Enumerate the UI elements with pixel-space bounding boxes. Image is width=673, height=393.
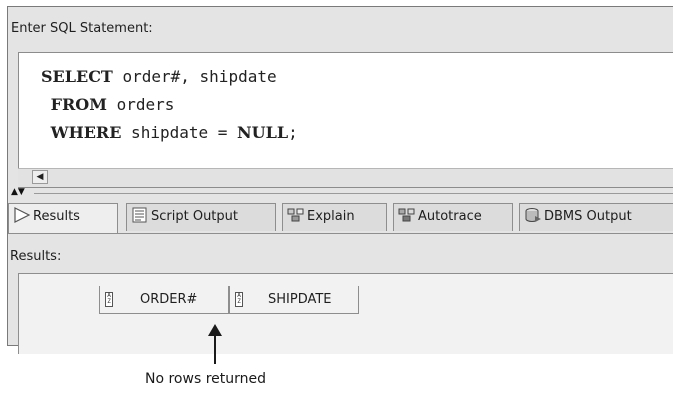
sql-statement-label: Enter SQL Statement: [11, 21, 153, 36]
keyword-select: SELECT [41, 67, 113, 86]
sql-line-1: SELECT order#, shipdate [41, 63, 298, 91]
column-header-shipdate[interactable]: AZ SHIPDATE [229, 286, 359, 314]
tab-autotrace[interactable]: Autotrace [393, 203, 513, 231]
sort-az-icon[interactable]: AZ [105, 292, 113, 307]
scroll-left-arrow-icon[interactable]: ◀ [32, 170, 48, 184]
annotation-arrow-shaft [214, 332, 216, 364]
autotrace-icon [398, 208, 415, 222]
play-triangle-icon [14, 207, 31, 223]
dbms-output-icon [525, 208, 541, 222]
keyword-from: FROM [50, 95, 107, 114]
tab-dbms-output[interactable]: DBMS Output [519, 203, 673, 231]
tab-divider [8, 233, 673, 234]
sql-line-3: WHERE shipdate = NULL; [41, 119, 298, 147]
tab-results-label: Results [33, 209, 80, 224]
splitter-arrows[interactable]: ▲▼ [11, 188, 25, 197]
sql-line-3-end: ; [288, 123, 298, 142]
tab-explain[interactable]: Explain [282, 203, 387, 231]
keyword-null: NULL [237, 123, 289, 142]
script-document-icon [132, 207, 147, 223]
annotation-caption: No rows returned [145, 371, 267, 387]
sql-line-2: FROM orders [41, 91, 298, 119]
sql-worksheet-panel: Enter SQL Statement: SELECT order#, ship… [7, 6, 673, 354]
sql-line-3-rest: shipdate = [121, 123, 238, 142]
column-header-order-label: ORDER# [140, 292, 198, 307]
tab-autotrace-label: Autotrace [418, 209, 482, 224]
tab-script-output-label: Script Output [151, 209, 238, 224]
tab-dbms-output-label: DBMS Output [544, 209, 632, 224]
splitter-up-icon[interactable]: ▲▼ [11, 188, 25, 197]
sql-line-1-rest: order#, shipdate [112, 67, 277, 86]
tab-script-output[interactable]: Script Output [126, 203, 276, 231]
column-header-shipdate-label: SHIPDATE [268, 292, 332, 307]
sql-code[interactable]: SELECT order#, shipdate FROM orders WHER… [41, 63, 298, 147]
results-label: Results: [10, 249, 62, 264]
sql-line-2-rest: orders [106, 95, 175, 114]
sql-editor[interactable]: SELECT order#, shipdate FROM orders WHER… [18, 52, 673, 174]
keyword-where: WHERE [50, 123, 122, 142]
tab-results[interactable]: Results [8, 203, 118, 233]
results-grid[interactable]: AZ ORDER# AZ SHIPDATE [18, 273, 673, 354]
column-header-order[interactable]: AZ ORDER# [99, 286, 229, 314]
explain-plan-icon [287, 208, 304, 222]
sort-az-icon[interactable]: AZ [235, 292, 243, 307]
tab-explain-label: Explain [307, 209, 355, 224]
editor-horizontal-scrollbar[interactable]: ◀ [18, 168, 673, 188]
splitter-line[interactable] [34, 193, 673, 194]
